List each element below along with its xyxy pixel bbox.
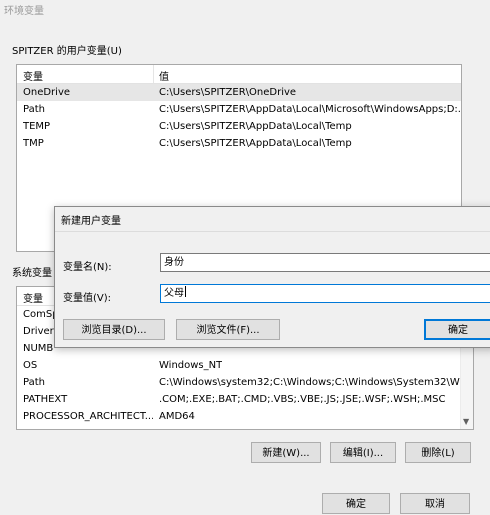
table-row[interactable]: PROCESSOR_ARCHITECT... AMD64 <box>17 408 473 425</box>
var-name: OneDrive <box>23 87 71 98</box>
var-name: TMP <box>23 138 44 149</box>
var-value: C:\Users\SPITZER\AppData\Local\Temp <box>159 138 352 149</box>
var-name: OS <box>23 360 38 371</box>
value-label: 变量值(V): <box>63 293 112 304</box>
column-header-name[interactable]: 变量 <box>23 68 43 83</box>
dialog-body: 变量名(N): 身份 变量值(V): 父母 浏览目录(D)... 浏览文件(F)… <box>55 231 490 347</box>
dialog-ok-button[interactable]: 确定 <box>424 319 490 340</box>
var-value: C:\Users\SPITZER\AppData\Local\Temp <box>159 121 352 132</box>
table-row[interactable]: Path C:\Windows\system32;C:\Windows;C:\W… <box>17 374 473 391</box>
ok-button[interactable]: 确定 <box>322 493 390 514</box>
var-name: PATHEXT <box>23 394 68 405</box>
table-row[interactable]: OS Windows_NT <box>17 357 473 374</box>
var-value: C:\Users\SPITZER\OneDrive <box>159 87 297 98</box>
column-header-name[interactable]: 变量 <box>23 290 43 305</box>
var-value: AMD64 <box>159 411 195 422</box>
table-row[interactable]: TMP C:\Users\SPITZER\AppData\Local\Temp <box>17 135 461 152</box>
cancel-button[interactable]: 取消 <box>400 493 470 514</box>
system-vars-group-label: 系统变量 <box>12 268 52 279</box>
browse-directory-button[interactable]: 浏览目录(D)... <box>63 319 165 340</box>
user-vars-group-label: SPITZER 的用户变量(U) <box>12 46 122 57</box>
column-header-value[interactable]: 值 <box>159 68 169 83</box>
dialog-title: 新建用户变量 <box>61 216 121 227</box>
var-value: Windows_NT <box>159 360 223 371</box>
variable-value-input[interactable]: 父母 <box>160 284 490 303</box>
delete-button[interactable]: 删除(L) <box>405 442 471 463</box>
variable-name-value: 身份 <box>164 257 184 268</box>
var-name: PROCESSOR_ARCHITECT... <box>23 411 153 422</box>
var-value: C:\Users\SPITZER\AppData\Local\Microsoft… <box>159 104 462 115</box>
table-row[interactable]: PATHEXT .COM;.EXE;.BAT;.CMD;.VBS;.VBE;.J… <box>17 391 473 408</box>
text-caret <box>185 286 186 297</box>
var-name: TEMP <box>23 121 51 132</box>
new-button[interactable]: 新建(W)... <box>251 442 321 463</box>
var-name: Path <box>23 104 45 115</box>
table-row[interactable]: TEMP C:\Users\SPITZER\AppData\Local\Temp <box>17 118 461 135</box>
window-title: 环境变量 <box>4 6 44 17</box>
new-variable-dialog: 新建用户变量 变量名(N): 身份 变量值(V): 父母 浏览目录(D)... … <box>54 206 490 348</box>
variable-name-input[interactable]: 身份 <box>160 253 490 272</box>
browse-file-button[interactable]: 浏览文件(F)... <box>176 319 280 340</box>
scroll-down-arrow-icon[interactable]: ▼ <box>463 417 469 426</box>
name-label: 变量名(N): <box>63 262 112 273</box>
user-vars-header: 变量 值 <box>17 65 461 84</box>
table-row[interactable]: OneDrive C:\Users\SPITZER\OneDrive <box>17 84 461 101</box>
var-name: Path <box>23 377 45 388</box>
var-value: .COM;.EXE;.BAT;.CMD;.VBS;.VBE;.JS;.JSE;.… <box>159 394 446 405</box>
table-row[interactable]: Path C:\Users\SPITZER\AppData\Local\Micr… <box>17 101 461 118</box>
variable-value-value: 父母 <box>164 288 184 299</box>
var-value: C:\Windows\system32;C:\Windows;C:\Window… <box>159 377 474 388</box>
edit-button[interactable]: 编辑(I)... <box>330 442 396 463</box>
